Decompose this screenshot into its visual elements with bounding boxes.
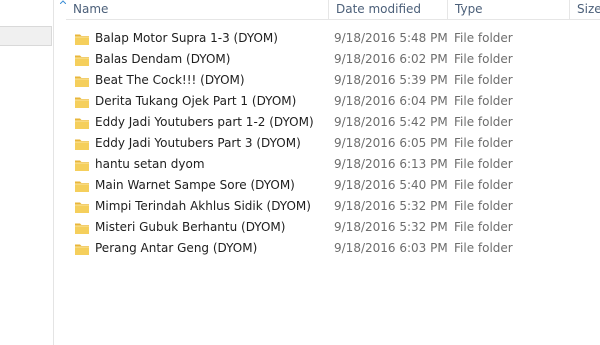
file-name[interactable]: Perang Antar Geng (DYOM) [95,238,257,259]
folder-icon [74,53,90,67]
date-modified-cell: 9/18/2016 6:13 PM [334,157,448,171]
folder-icon [74,95,90,109]
date-modified-cell: 9/18/2016 6:02 PM [334,52,448,66]
file-name-cell[interactable]: Mimpi Terindah Akhlus Sidik (DYOM) [74,196,328,217]
file-name-cell[interactable]: Misteri Gubuk Berhantu (DYOM) [74,217,328,238]
file-name[interactable]: Beat The Cock!!! (DYOM) [95,70,245,91]
folder-icon [74,116,90,130]
file-name[interactable]: Main Warnet Sampe Sore (DYOM) [95,175,295,196]
folder-icon [74,158,90,172]
date-modified-cell: 9/18/2016 5:32 PM [334,199,448,213]
type-cell: File folder [454,220,513,234]
file-name-cell[interactable]: Derita Tukang Ojek Part 1 (DYOM) [74,91,328,112]
file-name-cell[interactable]: Perang Antar Geng (DYOM) [74,238,328,259]
file-row[interactable]: Eddy Jadi Youtubers Part 3 (DYOM) 9/18/20… [66,133,600,154]
file-row[interactable]: Main Warnet Sampe Sore (DYOM) 9/18/2016 5… [66,175,600,196]
date-modified-cell: 9/18/2016 6:04 PM [334,94,448,108]
file-name-cell[interactable]: Main Warnet Sampe Sore (DYOM) [74,175,328,196]
date-modified-cell: 9/18/2016 5:32 PM [334,220,448,234]
type-cell: File folder [454,115,513,129]
file-name-cell[interactable]: Balap Motor Supra 1-3 (DYOM) [74,28,328,49]
date-modified-cell: 9/18/2016 5:40 PM [334,178,448,192]
nav-selected-item[interactable] [0,26,52,46]
file-name-cell[interactable]: Balas Dendam (DYOM) [74,49,328,70]
date-modified-cell: 9/18/2016 5:39 PM [334,73,448,87]
type-cell: File folder [454,241,513,255]
file-name[interactable]: Derita Tukang Ojek Part 1 (DYOM) [95,91,296,112]
file-row[interactable]: Mimpi Terindah Akhlus Sidik (DYOM) 9/18/2… [66,196,600,217]
type-cell: File folder [454,94,513,108]
column-header-size[interactable]: Size [569,0,600,19]
date-modified-cell: 9/18/2016 5:48 PM [334,31,448,45]
folder-icon [74,179,90,193]
folder-icon [74,221,90,235]
file-name-cell[interactable]: Eddy Jadi Youtubers part 1-2 (DYOM) [74,112,328,133]
type-cell: File folder [454,52,513,66]
date-modified-cell: 9/18/2016 6:05 PM [334,136,448,150]
file-row[interactable]: Balap Motor Supra 1-3 (DYOM) 9/18/2016 5:… [66,28,600,49]
type-cell: File folder [454,157,513,171]
type-cell: File folder [454,199,513,213]
file-row[interactable]: Derita Tukang Ojek Part 1 (DYOM) 9/18/201… [66,91,600,112]
folder-icon [74,200,90,214]
folder-icon [74,242,90,256]
folder-icon [74,74,90,88]
type-cell: File folder [454,73,513,87]
file-name-cell[interactable]: Beat The Cock!!! (DYOM) [74,70,328,91]
file-name[interactable]: Eddy Jadi Youtubers part 1-2 (DYOM) [95,112,314,133]
file-name[interactable]: Misteri Gubuk Berhantu (DYOM) [95,217,285,238]
column-header-bar: Name Date modified Type Size [66,0,600,20]
folder-icon [74,137,90,151]
folder-icon [74,32,90,46]
column-header-type[interactable]: Type [447,0,569,19]
file-name[interactable]: Eddy Jadi Youtubers Part 3 (DYOM) [95,133,301,154]
file-name-cell[interactable]: hantu setan dyom [74,154,328,175]
column-header-date-modified[interactable]: Date modified [328,0,447,19]
date-modified-cell: 9/18/2016 5:42 PM [334,115,448,129]
type-cell: File folder [454,31,513,45]
file-row[interactable]: Beat The Cock!!! (DYOM) 9/18/2016 5:39 PM… [66,70,600,91]
file-name[interactable]: Mimpi Terindah Akhlus Sidik (DYOM) [95,196,311,217]
file-name[interactable]: hantu setan dyom [95,154,205,175]
file-name[interactable]: Balas Dendam (DYOM) [95,49,230,70]
file-row[interactable]: hantu setan dyom 9/18/2016 6:13 PM File fo… [66,154,600,175]
type-cell: File folder [454,178,513,192]
file-name[interactable]: Balap Motor Supra 1-3 (DYOM) [95,28,278,49]
column-header-name[interactable]: Name [66,0,328,19]
file-row[interactable]: Balas Dendam (DYOM) 9/18/2016 6:02 PM File… [66,49,600,70]
file-row[interactable]: Perang Antar Geng (DYOM) 9/18/2016 6:03 P… [66,238,600,259]
file-list: Balap Motor Supra 1-3 (DYOM) 9/18/2016 5:… [66,28,600,259]
type-cell: File folder [454,136,513,150]
file-row[interactable]: Eddy Jadi Youtubers part 1-2 (DYOM) 9/18/… [66,112,600,133]
file-name-cell[interactable]: Eddy Jadi Youtubers Part 3 (DYOM) [74,133,328,154]
file-row[interactable]: Misteri Gubuk Berhantu (DYOM) 9/18/2016 5… [66,217,600,238]
navigation-pane[interactable] [0,0,54,345]
date-modified-cell: 9/18/2016 6:03 PM [334,241,448,255]
